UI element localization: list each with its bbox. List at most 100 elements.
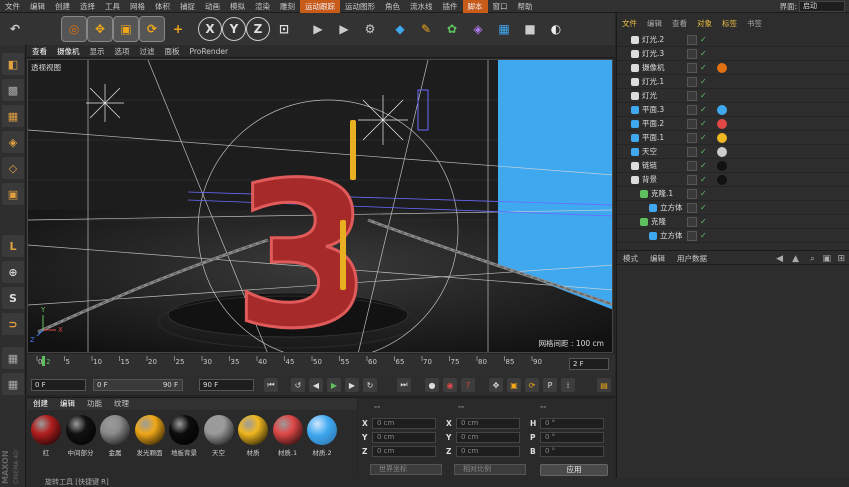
visibility-toggle[interactable] bbox=[687, 161, 697, 171]
viewport-menu-item[interactable]: 面板 bbox=[160, 45, 185, 58]
magnet-icon[interactable]: ⊃ bbox=[2, 313, 24, 335]
polygon-mode-icon[interactable]: ▣ bbox=[2, 183, 24, 205]
attribute-tab[interactable]: 编辑 bbox=[644, 253, 671, 265]
pen-icon[interactable]: ✎ bbox=[414, 17, 438, 41]
visibility-toggle[interactable] bbox=[687, 63, 697, 73]
viewport-menu-item[interactable]: ProRender bbox=[185, 45, 234, 58]
menu-item[interactable]: 体积 bbox=[150, 0, 175, 13]
workplane-icon[interactable]: ▦ bbox=[2, 105, 24, 127]
axis-mode-icon[interactable]: L bbox=[2, 235, 24, 257]
object-row[interactable]: 天空 ✓ bbox=[617, 145, 849, 159]
material-tag-icon[interactable] bbox=[717, 133, 727, 143]
menu-item[interactable]: 选择 bbox=[75, 0, 100, 13]
enabled-check-icon[interactable]: ✓ bbox=[700, 77, 707, 87]
visibility-toggle[interactable] bbox=[687, 231, 697, 241]
live-select-icon[interactable]: ◎ bbox=[61, 16, 87, 42]
render-settings-icon[interactable]: ⚙ bbox=[358, 17, 382, 41]
enabled-check-icon[interactable]: ✓ bbox=[700, 231, 707, 241]
coordinate-system-icon[interactable]: ⊡ bbox=[272, 17, 296, 41]
menu-item[interactable]: 创建 bbox=[50, 0, 75, 13]
enabled-check-icon[interactable]: ✓ bbox=[700, 35, 707, 45]
object-manager-tab[interactable]: 编辑 bbox=[642, 18, 667, 30]
visibility-toggle[interactable] bbox=[687, 133, 697, 143]
material-tag-icon[interactable] bbox=[717, 105, 727, 115]
visibility-toggle[interactable] bbox=[687, 35, 697, 45]
record-icon[interactable]: ● bbox=[425, 378, 439, 392]
start-frame-field[interactable]: 0 F bbox=[31, 379, 86, 391]
y-axis-icon[interactable]: Y bbox=[222, 17, 246, 41]
visibility-toggle[interactable] bbox=[687, 105, 697, 115]
layout-select[interactable]: 启动 bbox=[799, 1, 845, 12]
object-row[interactable]: 灯光.3 ✓ bbox=[617, 47, 849, 61]
menu-item[interactable]: 运动图形 bbox=[340, 0, 380, 13]
attribute-tab[interactable]: 模式 bbox=[617, 253, 644, 265]
material-swatch[interactable]: 天空 bbox=[202, 415, 236, 457]
attribute-tab[interactable]: 用户数据 bbox=[671, 253, 713, 265]
object-manager-tab[interactable]: 查看 bbox=[667, 18, 692, 30]
material-swatch[interactable]: 材质.1 bbox=[271, 415, 305, 457]
coord-value-field[interactable]: 0 ° bbox=[540, 446, 604, 457]
material-tab[interactable]: 创建 bbox=[27, 398, 54, 410]
cube-icon[interactable]: ◆ bbox=[388, 17, 412, 41]
perspective-viewport[interactable]: 3 Y X Z 透视视图 网格间距 : 100 cm bbox=[27, 59, 613, 353]
add-icon[interactable]: + bbox=[166, 17, 190, 41]
material-tag-icon[interactable] bbox=[717, 119, 727, 129]
material-tab[interactable]: 编辑 bbox=[54, 398, 81, 410]
object-row[interactable]: 克隆 ✓ bbox=[617, 215, 849, 229]
keyframe-help-icon[interactable]: ? bbox=[461, 378, 475, 392]
menu-item[interactable]: 脚本 bbox=[462, 0, 488, 13]
viewport-menu-item[interactable]: 查看 bbox=[27, 45, 52, 58]
viewport-menu-item[interactable]: 显示 bbox=[85, 45, 110, 58]
visibility-toggle[interactable] bbox=[687, 147, 697, 157]
lock-icon[interactable]: ▣ bbox=[822, 254, 831, 264]
layer-icon[interactable]: ▦ bbox=[2, 373, 24, 395]
coord-mode-select[interactable]: 世界坐标 bbox=[370, 464, 442, 475]
material-swatch[interactable]: 发光颗面 bbox=[133, 415, 167, 457]
object-row[interactable]: 灯光 ✓ bbox=[617, 89, 849, 103]
snap-icon[interactable]: S bbox=[2, 287, 24, 309]
enabled-check-icon[interactable]: ✓ bbox=[700, 63, 707, 73]
coord-scale-select[interactable]: 相对比例 bbox=[454, 464, 526, 475]
menu-item[interactable]: 文件 bbox=[0, 0, 25, 13]
move-icon[interactable]: ✥ bbox=[87, 16, 113, 42]
coord-value-field[interactable]: 0 cm bbox=[372, 432, 436, 443]
menu-item[interactable]: 帮助 bbox=[513, 0, 538, 13]
scale-icon[interactable]: ▣ bbox=[113, 16, 139, 42]
timeline-window-icon[interactable]: ▤ bbox=[597, 378, 611, 392]
material-tab[interactable]: 纹理 bbox=[108, 398, 135, 410]
object-row[interactable]: 摄像机 ✓ bbox=[617, 61, 849, 75]
menu-item[interactable]: 角色 bbox=[380, 0, 405, 13]
menu-item[interactable]: 雕刻 bbox=[275, 0, 300, 13]
menu-item[interactable]: 工具 bbox=[100, 0, 125, 13]
play-icon[interactable]: ▶ bbox=[327, 378, 341, 392]
material-swatch[interactable]: 中间部分 bbox=[64, 415, 98, 457]
enabled-check-icon[interactable]: ✓ bbox=[700, 189, 707, 199]
prev-frame-icon[interactable]: ◀ bbox=[309, 378, 323, 392]
z-axis-icon[interactable]: Z bbox=[246, 17, 270, 41]
camera-icon[interactable]: ■ bbox=[518, 17, 542, 41]
object-row[interactable]: 克隆.1 ✓ bbox=[617, 187, 849, 201]
object-row[interactable]: 平面.3 ✓ bbox=[617, 103, 849, 117]
object-row[interactable]: 立方体 ✓ bbox=[617, 229, 849, 243]
dots-icon[interactable]: ⁞ bbox=[561, 378, 575, 392]
menu-item[interactable]: 捕捉 bbox=[175, 0, 200, 13]
coord-value-field[interactable]: 0 cm bbox=[372, 446, 436, 457]
coord-value-field[interactable]: 0 cm bbox=[456, 418, 520, 429]
material-tag-icon[interactable] bbox=[717, 147, 727, 157]
next-frame-icon[interactable]: ▶ bbox=[345, 378, 359, 392]
move-key-icon[interactable]: ✥ bbox=[489, 378, 503, 392]
grid-snap-icon[interactable]: ▦ bbox=[2, 347, 24, 369]
coord-value-field[interactable]: 0 ° bbox=[540, 432, 604, 443]
enabled-check-icon[interactable]: ✓ bbox=[700, 49, 707, 59]
viewport-menu-item[interactable]: 选项 bbox=[110, 45, 135, 58]
enabled-check-icon[interactable]: ✓ bbox=[700, 203, 707, 213]
menu-item[interactable]: 动画 bbox=[200, 0, 225, 13]
enabled-check-icon[interactable]: ✓ bbox=[700, 105, 707, 115]
material-swatch[interactable]: 材质 bbox=[236, 415, 270, 457]
object-row[interactable]: 立方体 ✓ bbox=[617, 201, 849, 215]
material-swatch[interactable]: 材质.2 bbox=[305, 415, 339, 457]
object-manager-tab[interactable]: 对象 bbox=[692, 18, 717, 30]
go-to-end-icon[interactable]: ⏭ bbox=[397, 378, 411, 392]
end-frame-field[interactable]: 90 F bbox=[199, 379, 254, 391]
point-mode-icon[interactable]: ◈ bbox=[2, 131, 24, 153]
